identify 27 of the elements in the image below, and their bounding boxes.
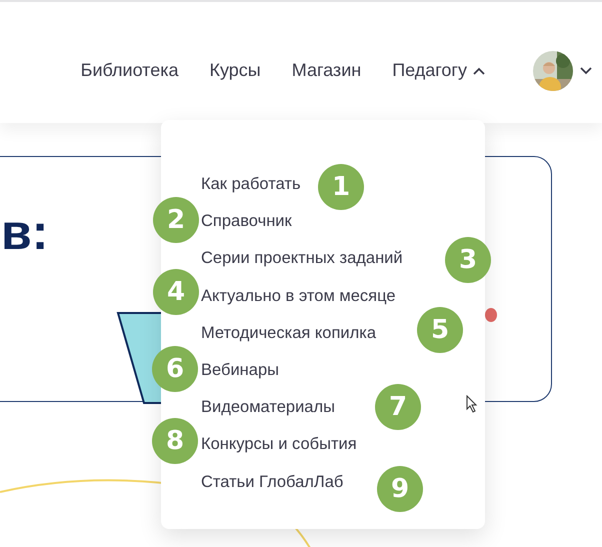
banner-heading: в: <box>1 207 48 257</box>
number-badge: 7 <box>375 384 421 430</box>
number-badge: 5 <box>417 307 463 353</box>
number-badge: 4 <box>153 269 199 315</box>
nav-link[interactable]: Педагогу <box>392 60 485 81</box>
cursor-icon <box>466 395 478 413</box>
number-badge: 6 <box>152 346 198 392</box>
menu-item[interactable]: Статьи ГлобалЛаб <box>201 464 344 501</box>
menu-item[interactable]: Методическая копилка <box>201 314 376 352</box>
nav-link[interactable]: Магазин <box>292 60 362 81</box>
chevron-icon[interactable] <box>580 66 592 74</box>
menu-item[interactable]: Как работать <box>201 166 301 204</box>
menu-item[interactable]: Справочник <box>201 203 292 240</box>
dot-shape <box>484 307 498 323</box>
menu-item[interactable]: Видеоматериалы <box>201 389 335 426</box>
menu-item[interactable]: Конкурсы и события <box>201 426 357 464</box>
number-badge: 1 <box>318 164 364 210</box>
number-badge: 8 <box>152 418 198 464</box>
number-badge: 2 <box>153 197 199 243</box>
number-badge: 3 <box>445 237 491 283</box>
number-badge: 9 <box>377 466 423 512</box>
nav-link[interactable]: Библиотека <box>80 60 179 81</box>
menu-item[interactable]: Актуально в этом месяце <box>201 278 396 315</box>
nav-link[interactable]: Курсы <box>210 60 261 81</box>
caret-icon <box>473 66 485 74</box>
menu-item[interactable]: Серии проектных заданий <box>201 240 403 278</box>
menu-item[interactable]: Вебинары <box>201 352 279 390</box>
